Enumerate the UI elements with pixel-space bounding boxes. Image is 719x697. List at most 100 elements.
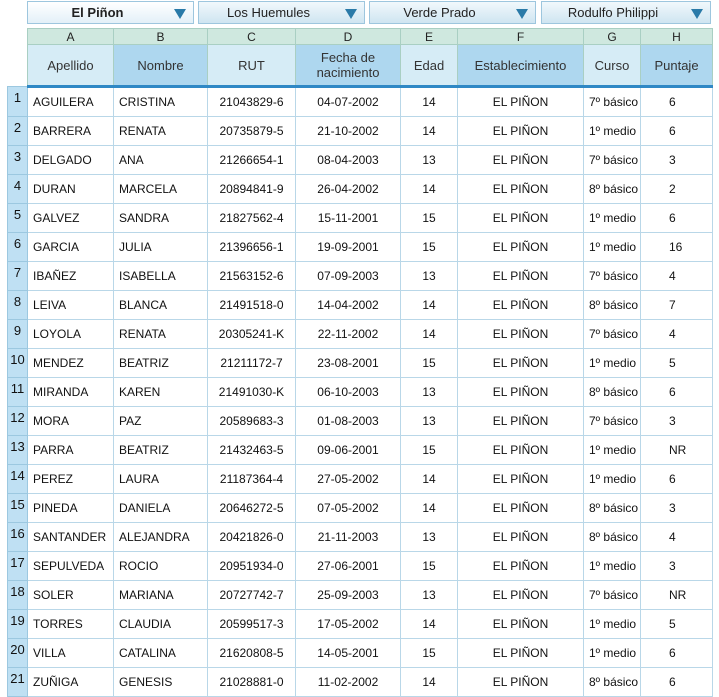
column-letter[interactable]: B xyxy=(113,28,208,45)
cell-nombre[interactable]: CLAUDIA xyxy=(113,609,208,639)
cell-nombre[interactable]: CRISTINA xyxy=(113,86,208,117)
cell-rut[interactable]: 20646272-5 xyxy=(207,493,296,523)
cell-fecha[interactable]: 11-02-2002 xyxy=(295,667,401,697)
cell-establecimiento[interactable]: EL PIÑON xyxy=(457,551,584,581)
row-number[interactable]: 1 xyxy=(7,86,28,117)
header-puntaje[interactable]: Puntaje xyxy=(640,44,713,88)
cell-fecha[interactable]: 01-08-2003 xyxy=(295,406,401,436)
cell-apellido[interactable]: MENDEZ xyxy=(27,348,114,378)
cell-establecimiento[interactable]: EL PIÑON xyxy=(457,319,584,349)
cell-puntaje[interactable]: 6 xyxy=(640,464,713,494)
header-curso[interactable]: Curso xyxy=(583,44,641,88)
column-letter[interactable]: A xyxy=(27,28,114,45)
row-number[interactable]: 6 xyxy=(7,232,28,262)
cell-curso[interactable]: 7º básico xyxy=(583,86,641,117)
cell-establecimiento[interactable]: EL PIÑON xyxy=(457,609,584,639)
cell-rut[interactable]: 21563152-6 xyxy=(207,261,296,291)
cell-edad[interactable]: 14 xyxy=(400,609,458,639)
cell-puntaje[interactable]: 5 xyxy=(640,609,713,639)
tab-rodulfo-philippi[interactable]: Rodulfo Philippi xyxy=(541,1,711,24)
dropdown-arrow-icon[interactable] xyxy=(691,9,703,19)
cell-curso[interactable]: 7º básico xyxy=(583,580,641,610)
dropdown-arrow-icon[interactable] xyxy=(174,9,186,19)
row-number[interactable]: 12 xyxy=(7,406,28,436)
cell-establecimiento[interactable]: EL PIÑON xyxy=(457,86,584,117)
cell-apellido[interactable]: SOLER xyxy=(27,580,114,610)
cell-establecimiento[interactable]: EL PIÑON xyxy=(457,580,584,610)
cell-curso[interactable]: 1º medio xyxy=(583,464,641,494)
cell-establecimiento[interactable]: EL PIÑON xyxy=(457,290,584,320)
cell-fecha[interactable]: 14-04-2002 xyxy=(295,290,401,320)
cell-curso[interactable]: 1º medio xyxy=(583,551,641,581)
cell-fecha[interactable]: 04-07-2002 xyxy=(295,86,401,117)
row-number[interactable]: 11 xyxy=(7,377,28,407)
cell-curso[interactable]: 8º básico xyxy=(583,377,641,407)
cell-apellido[interactable]: IBAÑEZ xyxy=(27,261,114,291)
cell-establecimiento[interactable]: EL PIÑON xyxy=(457,232,584,262)
cell-establecimiento[interactable]: EL PIÑON xyxy=(457,464,584,494)
cell-puntaje[interactable]: 6 xyxy=(640,86,713,117)
cell-puntaje[interactable]: 6 xyxy=(640,203,713,233)
header-apellido[interactable]: Apellido xyxy=(27,44,114,88)
cell-nombre[interactable]: ISABELLA xyxy=(113,261,208,291)
cell-curso[interactable]: 7º básico xyxy=(583,319,641,349)
cell-curso[interactable]: 1º medio xyxy=(583,116,641,146)
cell-apellido[interactable]: MIRANDA xyxy=(27,377,114,407)
cell-establecimiento[interactable]: EL PIÑON xyxy=(457,638,584,668)
header-establecimiento[interactable]: Establecimiento xyxy=(457,44,584,88)
cell-edad[interactable]: 15 xyxy=(400,348,458,378)
row-number[interactable]: 8 xyxy=(7,290,28,320)
cell-nombre[interactable]: MARCELA xyxy=(113,174,208,204)
cell-curso[interactable]: 8º básico xyxy=(583,667,641,697)
cell-fecha[interactable]: 27-05-2002 xyxy=(295,464,401,494)
tab-el-pinon[interactable]: El Piñon xyxy=(27,1,194,24)
cell-nombre[interactable]: PAZ xyxy=(113,406,208,436)
cell-apellido[interactable]: GARCIA xyxy=(27,232,114,262)
cell-curso[interactable]: 8º básico xyxy=(583,493,641,523)
cell-curso[interactable]: 1º medio xyxy=(583,609,641,639)
cell-nombre[interactable]: BLANCA xyxy=(113,290,208,320)
cell-nombre[interactable]: KAREN xyxy=(113,377,208,407)
cell-fecha[interactable]: 14-05-2001 xyxy=(295,638,401,668)
cell-puntaje[interactable]: 7 xyxy=(640,290,713,320)
cell-fecha[interactable]: 09-06-2001 xyxy=(295,435,401,465)
cell-apellido[interactable]: ZUÑIGA xyxy=(27,667,114,697)
cell-establecimiento[interactable]: EL PIÑON xyxy=(457,435,584,465)
cell-establecimiento[interactable]: EL PIÑON xyxy=(457,667,584,697)
cell-puntaje[interactable]: 2 xyxy=(640,174,713,204)
cell-establecimiento[interactable]: EL PIÑON xyxy=(457,348,584,378)
cell-puntaje[interactable]: 5 xyxy=(640,348,713,378)
cell-puntaje[interactable]: 4 xyxy=(640,522,713,552)
row-number[interactable]: 20 xyxy=(7,638,28,668)
column-letter[interactable]: H xyxy=(640,28,713,45)
tab-verde-prado[interactable]: Verde Prado xyxy=(369,1,536,24)
cell-establecimiento[interactable]: EL PIÑON xyxy=(457,261,584,291)
column-letter[interactable]: D xyxy=(295,28,401,45)
cell-fecha[interactable]: 22-11-2002 xyxy=(295,319,401,349)
cell-curso[interactable]: 1º medio xyxy=(583,232,641,262)
row-number[interactable]: 16 xyxy=(7,522,28,552)
cell-rut[interactable]: 21432463-5 xyxy=(207,435,296,465)
cell-curso[interactable]: 1º medio xyxy=(583,638,641,668)
row-number[interactable]: 14 xyxy=(7,464,28,494)
cell-edad[interactable]: 15 xyxy=(400,203,458,233)
cell-nombre[interactable]: LAURA xyxy=(113,464,208,494)
cell-nombre[interactable]: SANDRA xyxy=(113,203,208,233)
cell-establecimiento[interactable]: EL PIÑON xyxy=(457,116,584,146)
cell-curso[interactable]: 7º básico xyxy=(583,406,641,436)
cell-edad[interactable]: 14 xyxy=(400,667,458,697)
column-letter[interactable]: G xyxy=(583,28,641,45)
cell-rut[interactable]: 20589683-3 xyxy=(207,406,296,436)
cell-curso[interactable]: 8º básico xyxy=(583,174,641,204)
cell-edad[interactable]: 13 xyxy=(400,145,458,175)
cell-edad[interactable]: 13 xyxy=(400,522,458,552)
header-nombre[interactable]: Nombre xyxy=(113,44,208,88)
cell-fecha[interactable]: 26-04-2002 xyxy=(295,174,401,204)
cell-establecimiento[interactable]: EL PIÑON xyxy=(457,406,584,436)
cell-establecimiento[interactable]: EL PIÑON xyxy=(457,493,584,523)
row-number[interactable]: 21 xyxy=(7,667,28,697)
cell-rut[interactable]: 21187364-4 xyxy=(207,464,296,494)
cell-nombre[interactable]: ROCIO xyxy=(113,551,208,581)
cell-apellido[interactable]: MORA xyxy=(27,406,114,436)
cell-edad[interactable]: 13 xyxy=(400,377,458,407)
